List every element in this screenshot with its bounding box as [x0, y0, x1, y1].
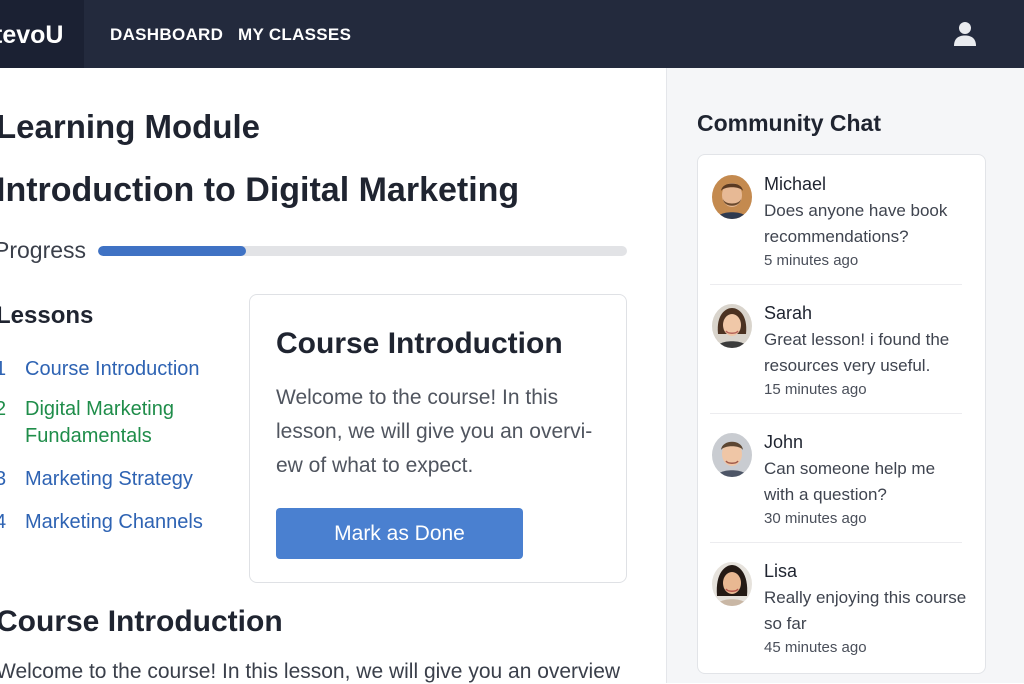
avatar: [712, 304, 752, 348]
chat-message-list[interactable]: Michael Does anyone have book recommenda…: [697, 154, 986, 674]
chat-message-time: 5 minutes ago: [764, 252, 859, 269]
chat-message-time: 30 minutes ago: [764, 510, 867, 527]
lesson-label: Course Introduction: [25, 358, 200, 380]
chat-message-text: Can someone help me with a question?: [764, 459, 936, 504]
lesson-card: Course Introduction Welcome to the cours…: [249, 294, 627, 583]
user-icon[interactable]: [951, 20, 979, 48]
avatar: [712, 433, 752, 477]
lesson-number: 1: [0, 358, 7, 380]
chat-message-time: 15 minutes ago: [764, 381, 867, 398]
chat-message-text: Does anyone have book recommendations?: [764, 201, 948, 246]
progress-label: Progress: [0, 237, 87, 263]
section-title: Course Introduction: [0, 605, 283, 638]
chat-message-author: Michael: [764, 174, 827, 194]
lesson-number: 4: [0, 511, 7, 533]
section-text: Welcome to the course! In this lesson, w…: [0, 660, 621, 683]
course-title: Introduction to Digital Marketing: [0, 171, 520, 209]
progress-bar-fill: [98, 246, 247, 256]
lesson-label: Marketing Channels: [25, 511, 203, 533]
lesson-number: 2: [0, 398, 7, 420]
chat-message: Sarah Great lesson! i found the resource…: [698, 284, 985, 414]
chat-message-author: John: [764, 432, 804, 452]
lessons-heading: Lessons: [0, 302, 94, 329]
chat-message-time: 45 minutes ago: [764, 639, 867, 656]
chat-heading: Community Chat: [697, 110, 881, 136]
chat-message: Lisa Really enjoying this course so far …: [698, 542, 985, 672]
avatar: [712, 175, 752, 219]
brand-logo[interactable]: tevoU: [0, 0, 84, 68]
progress-bar: [98, 246, 627, 256]
chat-message-text: Really enjoying this course so far: [764, 588, 967, 633]
page-title: Learning Module: [0, 108, 260, 145]
chat-message-author: Lisa: [764, 561, 798, 581]
avatar: [712, 562, 752, 606]
lesson-card-title: Course Introduction: [276, 327, 563, 360]
top-navigation-bar: tevoU DASHBOARD MY CLASSES: [0, 0, 1024, 68]
nav-my-classes[interactable]: MY CLASSES: [238, 0, 351, 68]
mark-as-done-button[interactable]: Mark as Done: [276, 508, 523, 559]
lesson-label: Digital Marketing Fundamentals: [25, 398, 174, 447]
chat-message: John Can someone help me with a question…: [698, 413, 985, 543]
lesson-number: 3: [0, 468, 7, 490]
nav-dashboard[interactable]: DASHBOARD: [110, 0, 223, 68]
lesson-label: Marketing Strategy: [25, 468, 193, 490]
chat-message: Michael Does anyone have book recommenda…: [698, 155, 985, 285]
lesson-card-text: Welcome to the course! In this lesson, w…: [276, 386, 593, 477]
chat-message-text: Great lesson! i found the resources very…: [764, 330, 950, 375]
chat-message-author: Sarah: [764, 303, 813, 323]
